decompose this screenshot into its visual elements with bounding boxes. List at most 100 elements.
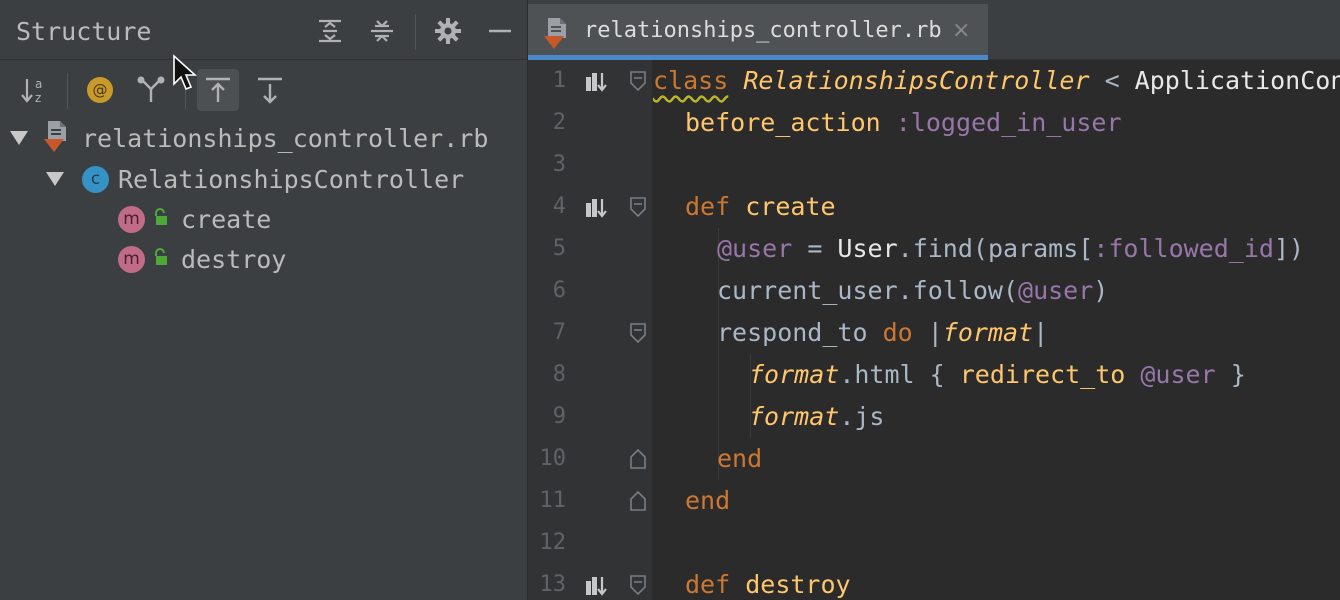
gear-icon[interactable] [431,14,465,48]
show-inherited-icon[interactable] [130,69,172,111]
code-line: 12 [528,522,1340,564]
code-line: 5 @user = User.find(params[:followed_id]… [528,228,1340,270]
fold-end-icon[interactable] [629,448,647,473]
code-editor[interactable]: 1 class RelationshipsController < Applic… [528,60,1340,600]
code-token: end [685,486,731,515]
line-number: 7 [552,320,566,345]
code-line: 3 [528,144,1340,186]
minimize-icon[interactable] [483,14,517,48]
code-token: class [653,66,729,95]
code-token: | [1033,318,1049,347]
tree-item-method[interactable]: m destroy [118,239,286,279]
code-token: :followed_id [1093,234,1274,263]
overridden-method-icon[interactable] [584,575,608,600]
sort-alphabetically-icon[interactable]: az [13,69,55,111]
code-line: 4 def create [528,186,1340,228]
code-token: @user [717,234,793,263]
code-token: redirect_to [959,360,1126,389]
ruby-file-icon [542,16,570,54]
code-token: format [749,402,840,431]
collapse-arrow-icon[interactable] [46,172,64,186]
editor-tab-bar: relationships_controller.rb × [528,0,1340,60]
method-icon: m [118,205,145,233]
code-token: @user [1140,360,1216,389]
collapse-all-icon[interactable] [365,14,399,48]
code-line: 10 end [528,438,1340,480]
code-line: 9 format.js [528,396,1340,438]
code-token: destroy [745,570,851,599]
overridden-method-icon[interactable] [584,71,608,97]
code-token: respond_to [717,318,883,347]
show-fields-icon[interactable]: @ [79,69,121,111]
structure-toolbar: az @ [0,61,527,116]
code-token: create [745,192,836,221]
class-icon: c [82,165,109,193]
code-token: do [882,318,913,347]
svg-text:@: @ [93,81,108,99]
code-token: ApplicationController [1134,66,1340,95]
editor-tab[interactable]: relationships_controller.rb × [528,4,988,60]
line-number: 12 [539,530,567,555]
tree-item-method[interactable]: m create [118,199,271,239]
code-token: < [1089,66,1135,95]
code-token: before_action [685,108,881,137]
code-token: format [749,360,840,389]
fold-end-icon[interactable] [629,490,647,515]
code-token: | [912,318,943,347]
toolbar-separator [67,73,68,109]
code-token: RelationshipsController [743,66,1090,95]
code-token: = [792,234,838,263]
fold-start-icon[interactable] [629,71,647,95]
code-token: } [1215,360,1246,389]
tree-method-label: destroy [181,244,287,274]
line-number: 11 [539,488,567,513]
line-number: 4 [552,194,566,219]
code-line: 2 before_action :logged_in_user [528,102,1340,144]
code-token: format [942,318,1034,347]
code-line: 8 format.html { redirect_to @user } [528,354,1340,396]
autoscroll-to-source-icon[interactable] [197,69,239,111]
collapse-arrow-icon[interactable] [10,131,28,145]
public-lock-icon [153,208,169,230]
close-icon[interactable]: × [952,18,970,43]
line-number: 13 [539,572,567,597]
code-token: :logged_in_user [895,108,1122,137]
structure-title: Structure [16,17,152,46]
line-number: 9 [552,404,566,429]
code-token: ) [1093,276,1109,305]
tree-file-label: relationships_controller.rb [82,123,489,153]
tree-item-file[interactable]: relationships_controller.rb [10,118,488,158]
expand-all-icon[interactable] [313,14,347,48]
code-token: User [837,234,898,263]
fold-start-icon[interactable] [629,323,647,347]
fold-start-icon[interactable] [629,197,647,221]
svg-text:a: a [35,77,42,91]
code-token: .find(params[ [897,234,1094,263]
line-number: 3 [552,152,566,177]
code-token: current_user.follow( [717,276,1019,305]
mouse-pointer-icon [172,54,198,96]
fold-start-icon[interactable] [629,575,647,599]
line-number: 1 [552,68,566,93]
code-line: 6 current_user.follow(@user) [528,270,1340,312]
structure-panel: Structure az @ relationships_controller.… [0,0,527,600]
public-lock-icon [153,248,169,270]
line-number: 2 [552,110,566,135]
structure-header: Structure [0,0,527,60]
line-number: 6 [552,278,566,303]
code-token: def [685,192,731,221]
code-token: @user [1018,276,1094,305]
overridden-method-icon[interactable] [584,197,608,223]
tree-item-class[interactable]: c RelationshipsController [46,159,464,199]
autoscroll-from-source-icon[interactable] [249,69,291,111]
code-token: end [717,444,763,473]
code-token: def [685,570,731,599]
code-line: 7 respond_to do |format| [528,312,1340,354]
tree-class-label: RelationshipsController [118,164,465,194]
header-separator [415,14,416,50]
